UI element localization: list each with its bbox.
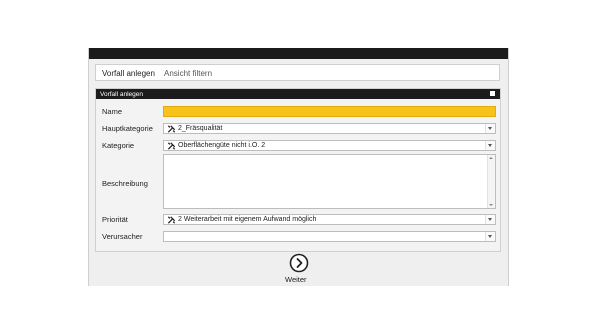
- tab-vorfall-anlegen[interactable]: Vorfall anlegen: [102, 69, 155, 78]
- prioritaet-label: Priorität: [102, 215, 128, 224]
- prioritaet-value: 2 Weiterarbeit mit eigenem Aufwand mögli…: [178, 216, 317, 223]
- scroll-down-icon[interactable]: [489, 204, 493, 206]
- kategorie-label: Kategorie: [102, 141, 135, 150]
- tools-icon: [167, 125, 176, 133]
- beschreibung-label: Beschreibung: [102, 179, 148, 188]
- tools-icon: [167, 216, 176, 224]
- chevron-down-icon[interactable]: [485, 124, 495, 133]
- chevron-down-icon[interactable]: [485, 141, 495, 150]
- hauptkategorie-label: Hauptkategorie: [102, 124, 153, 133]
- tab-ansicht-filtern[interactable]: Ansicht filtern: [164, 69, 212, 78]
- chevron-down-icon[interactable]: [485, 232, 495, 241]
- kategorie-value: Oberflächengüte nicht i.O. 2: [178, 142, 266, 149]
- panel-header: Vorfall anlegen: [96, 89, 500, 99]
- name-input[interactable]: [163, 106, 496, 117]
- next-button-label[interactable]: Weiter: [285, 275, 307, 284]
- top-bar: [89, 48, 508, 59]
- chevron-right-circle-icon[interactable]: [289, 253, 309, 273]
- chevron-down-icon[interactable]: [485, 215, 495, 224]
- name-label: Name: [102, 107, 123, 116]
- hauptkategorie-select[interactable]: 2_Fräsqualität: [163, 123, 496, 134]
- tab-bar: Vorfall anlegen Ansicht filtern: [95, 64, 500, 81]
- incident-form-panel: Vorfall anlegen Name Hauptkategorie 2_Fr…: [95, 88, 501, 252]
- prioritaet-select[interactable]: 2 Weiterarbeit mit eigenem Aufwand mögli…: [163, 214, 496, 225]
- collapse-icon[interactable]: [490, 91, 495, 96]
- kategorie-select[interactable]: Oberflächengüte nicht i.O. 2: [163, 140, 496, 151]
- panel-title: Vorfall anlegen: [100, 90, 144, 98]
- scroll-up-icon[interactable]: [489, 157, 493, 159]
- textarea-scrollbar[interactable]: [487, 155, 495, 208]
- hauptkategorie-value: 2_Fräsqualität: [178, 125, 223, 132]
- tools-icon: [167, 142, 176, 150]
- verursacher-select[interactable]: [163, 231, 496, 242]
- app-window: Vorfall anlegen Ansicht filtern Vorfall …: [88, 48, 509, 286]
- beschreibung-textarea[interactable]: [163, 154, 496, 209]
- verursacher-label: Verursacher: [102, 232, 143, 241]
